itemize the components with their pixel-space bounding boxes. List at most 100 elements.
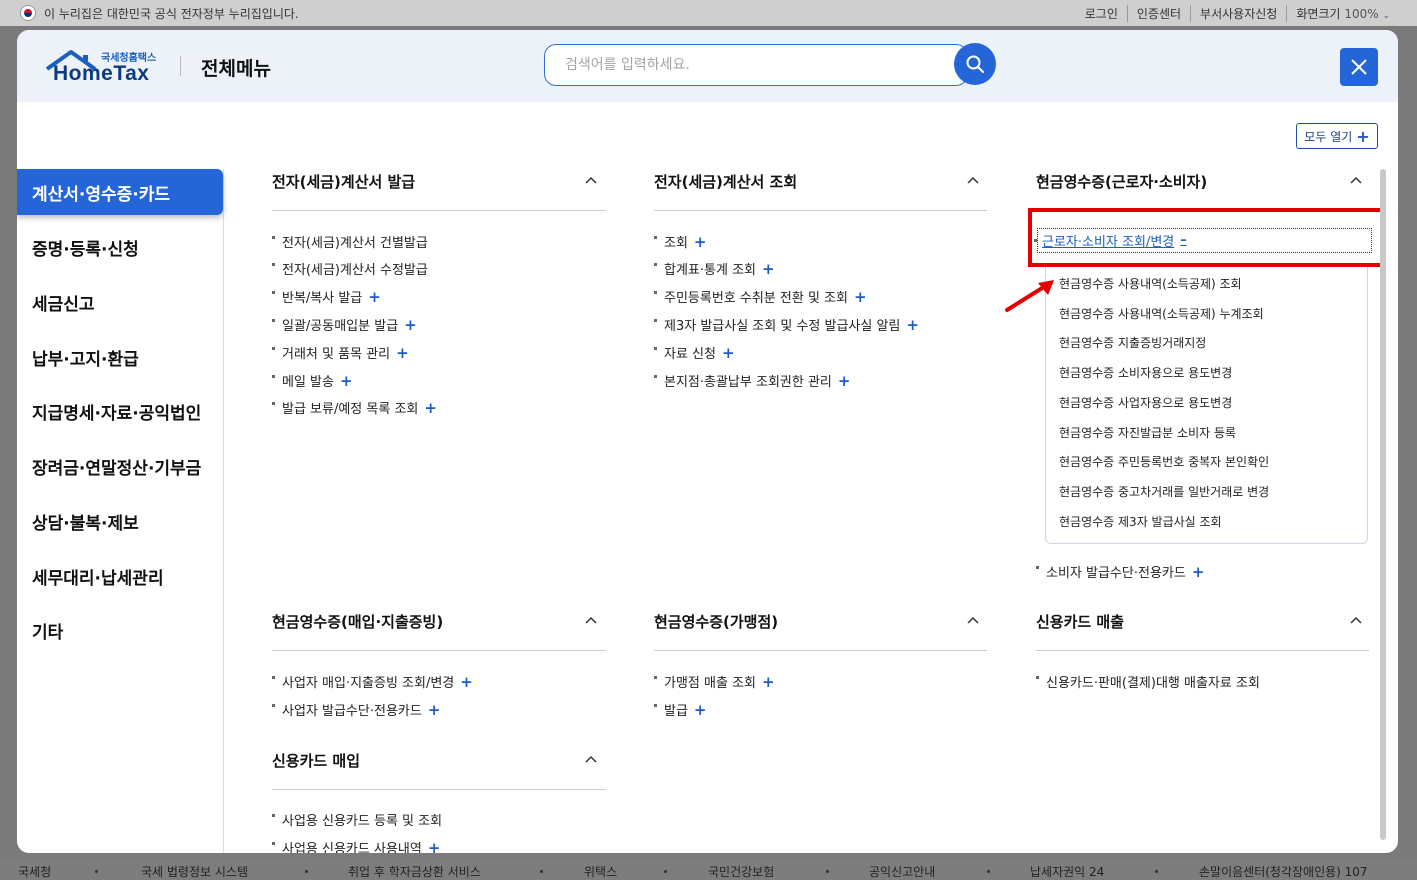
- menu-link[interactable]: 소비자 발급수단·전용카드 +: [1036, 562, 1204, 581]
- menu-link[interactable]: 합계표·통계 조회 +: [654, 259, 775, 278]
- chevron-up-icon[interactable]: [1350, 175, 1362, 187]
- korea-flag-icon: [20, 5, 36, 21]
- dept-user-link[interactable]: 부서사용자신청: [1190, 5, 1286, 22]
- section-divider: [654, 210, 987, 211]
- section-title[interactable]: 현금영수증(가맹점): [654, 611, 778, 632]
- menu-link[interactable]: 주민등록번호 수취분 전환 및 조회 +: [654, 287, 867, 306]
- menu-link-label: 거래처 및 품목 관리: [282, 347, 391, 362]
- menu-link[interactable]: 신용카드·판매(결제)대행 매출자료 조회: [1036, 672, 1260, 691]
- menu-link[interactable]: 조회 +: [654, 232, 707, 251]
- menu-link[interactable]: 전자(세금)계산서 수정발급: [272, 259, 428, 278]
- footer-link[interactable]: 위택스: [584, 863, 617, 880]
- menu-link[interactable]: 거래처 및 품목 관리 +: [272, 343, 409, 362]
- bullet: [272, 704, 275, 707]
- submenu-item[interactable]: 현금영수증 사업자용으로 용도변경: [1059, 394, 1232, 411]
- expand-all-button[interactable]: 모두 열기 +: [1296, 123, 1378, 149]
- section-title[interactable]: 전자(세금)계산서 발급: [272, 171, 415, 192]
- submenu-item[interactable]: 현금영수증 자진발급분 소비자 등록: [1059, 424, 1236, 441]
- menu-link-label: 전자(세금)계산서 수정발급: [282, 263, 428, 278]
- sidebar-item-payment[interactable]: 납부·고지·환급: [17, 334, 223, 380]
- submenu-item[interactable]: 현금영수증 중고차거래를 일반거래로 변경: [1059, 483, 1269, 500]
- footer-dot: [540, 870, 543, 873]
- sidebar-item-etc[interactable]: 기타: [17, 607, 223, 653]
- menu-link[interactable]: 발급 보류/예정 목록 조회 +: [272, 398, 437, 417]
- bullet: [272, 402, 275, 405]
- footer-dot: [305, 870, 308, 873]
- submenu-item[interactable]: 현금영수증 소비자용으로 용도변경: [1059, 364, 1232, 381]
- menu-link[interactable]: 사업용 신용카드 사용내역 +: [272, 838, 440, 853]
- submenu-item[interactable]: 현금영수증 사용내역(소득공제) 누계조회: [1059, 305, 1264, 322]
- submenu-item[interactable]: 현금영수증 주민등록번호 중복자 본인확인: [1059, 453, 1269, 470]
- sidebar-item-statement[interactable]: 지급명세·자료·공익법인: [17, 388, 223, 434]
- bullet: [272, 347, 275, 350]
- menu-link[interactable]: 발급 +: [654, 700, 707, 719]
- plus-icon: +: [427, 700, 441, 719]
- menu-link[interactable]: 가맹점 매출 조회 +: [654, 672, 775, 691]
- menu-link-label: 일괄/공동매입분 발급: [282, 319, 399, 334]
- plus-icon: +: [853, 287, 867, 306]
- bullet: [272, 676, 275, 679]
- bullet: [654, 291, 657, 294]
- footer-link[interactable]: 납세자권익 24: [1030, 863, 1104, 880]
- menu-link-label: 반복/복사 발급: [282, 291, 363, 306]
- menu-link[interactable]: 자료 신청 +: [654, 343, 735, 362]
- menu-link[interactable]: 사업자 매입·지출증빙 조회/변경 +: [272, 672, 473, 691]
- menu-link[interactable]: 사업용 신용카드 등록 및 조회: [272, 810, 442, 829]
- sidebar-item-tax-report[interactable]: 세금신고: [17, 279, 223, 325]
- section-title[interactable]: 신용카드 매출: [1036, 611, 1124, 632]
- gov-notice-text: 이 누리집은 대한민국 공식 전자정부 누리집입니다.: [44, 7, 299, 21]
- sidebar-item-invoice-receipt-card[interactable]: 계산서·영수증·카드: [17, 169, 223, 215]
- close-button[interactable]: [1340, 48, 1378, 86]
- plus-icon: +: [404, 315, 417, 334]
- menu-link-label: 사업자 매입·지출증빙 조회/변경: [282, 676, 455, 691]
- submenu-item[interactable]: 현금영수증 제3자 발급사실 조회: [1059, 513, 1222, 530]
- section-title[interactable]: 현금영수증(매입·지출증빙): [272, 611, 443, 632]
- sidebar-item-incentive[interactable]: 장려금·연말정산·기부금: [17, 443, 223, 489]
- login-link[interactable]: 로그인: [1076, 5, 1127, 22]
- hometax-logo[interactable]: 국세청홈택스 HomeTax: [45, 47, 165, 87]
- menu-link-label: 주민등록번호 수취분 전환 및 조회: [664, 291, 848, 306]
- chevron-up-icon[interactable]: [585, 615, 597, 627]
- menu-link[interactable]: 본지점·총괄납부 조회권한 관리 +: [654, 371, 850, 390]
- submenu-item[interactable]: 현금영수증 사용내역(소득공제) 조회: [1059, 275, 1242, 292]
- footer-dot: [826, 870, 829, 873]
- footer-link[interactable]: 국세청: [18, 863, 51, 880]
- section-title[interactable]: 신용카드 매입: [272, 750, 360, 771]
- cert-center-link[interactable]: 인증센터: [1126, 5, 1190, 22]
- footer-link[interactable]: 국민건강보험: [708, 863, 774, 880]
- chevron-up-icon[interactable]: [585, 754, 597, 766]
- menu-link[interactable]: 메일 발송 +: [272, 371, 353, 390]
- plus-icon: +: [693, 700, 707, 719]
- utility-links: 로그인 인증센터 부서사용자신청 화면크기 100% ⌄: [1076, 5, 1399, 22]
- section-title[interactable]: 현금영수증(근로자·소비자): [1036, 171, 1207, 192]
- chevron-up-icon[interactable]: [1350, 615, 1362, 627]
- section-title[interactable]: 전자(세금)계산서 조회: [654, 171, 797, 192]
- section-divider: [1036, 650, 1369, 651]
- zoom-control[interactable]: 화면크기 100% ⌄: [1286, 5, 1399, 22]
- sidebar-item-consult[interactable]: 상담·불복·제보: [17, 498, 223, 544]
- menu-link[interactable]: 사업자 발급수단·전용카드 +: [272, 700, 440, 719]
- menu-link[interactable]: 제3자 발급사실 조회 및 수정 발급사실 알림 +: [654, 315, 919, 334]
- plus-icon: +: [396, 343, 409, 362]
- chevron-up-icon[interactable]: [585, 175, 597, 187]
- menu-link-label: 사업자 발급수단·전용카드: [282, 704, 422, 719]
- submenu-item[interactable]: 현금영수증 지출증빙거래지정: [1059, 334, 1206, 351]
- search-button[interactable]: [954, 43, 996, 85]
- menu-link-label: 소비자 발급수단·전용카드: [1046, 566, 1186, 581]
- menu-link[interactable]: 전자(세금)계산서 건별발급: [272, 232, 428, 251]
- menu-link[interactable]: 반복/복사 발급 +: [272, 287, 381, 306]
- menu-link[interactable]: 일괄/공동매입분 발급 +: [272, 315, 417, 334]
- footer-link[interactable]: 취업 후 학자금상환 서비스: [348, 863, 481, 880]
- plus-icon: +: [762, 672, 775, 691]
- search-input[interactable]: [545, 45, 925, 85]
- footer-link[interactable]: 공익신고안내: [869, 863, 935, 880]
- sidebar-item-certificate[interactable]: 증명·등록·신청: [17, 224, 223, 270]
- scrollbar[interactable]: [1380, 169, 1386, 840]
- bullet: [654, 347, 657, 350]
- sidebar-item-agent[interactable]: 세무대리·납세관리: [17, 553, 223, 599]
- footer-link[interactable]: 손말이음센터(청각장애인용) 107: [1199, 863, 1368, 880]
- chevron-up-icon[interactable]: [967, 175, 979, 187]
- menu-link-label: 사업용 신용카드 등록 및 조회: [282, 814, 443, 829]
- chevron-up-icon[interactable]: [967, 615, 979, 627]
- footer-link[interactable]: 국세 법령정보 시스템: [141, 863, 248, 880]
